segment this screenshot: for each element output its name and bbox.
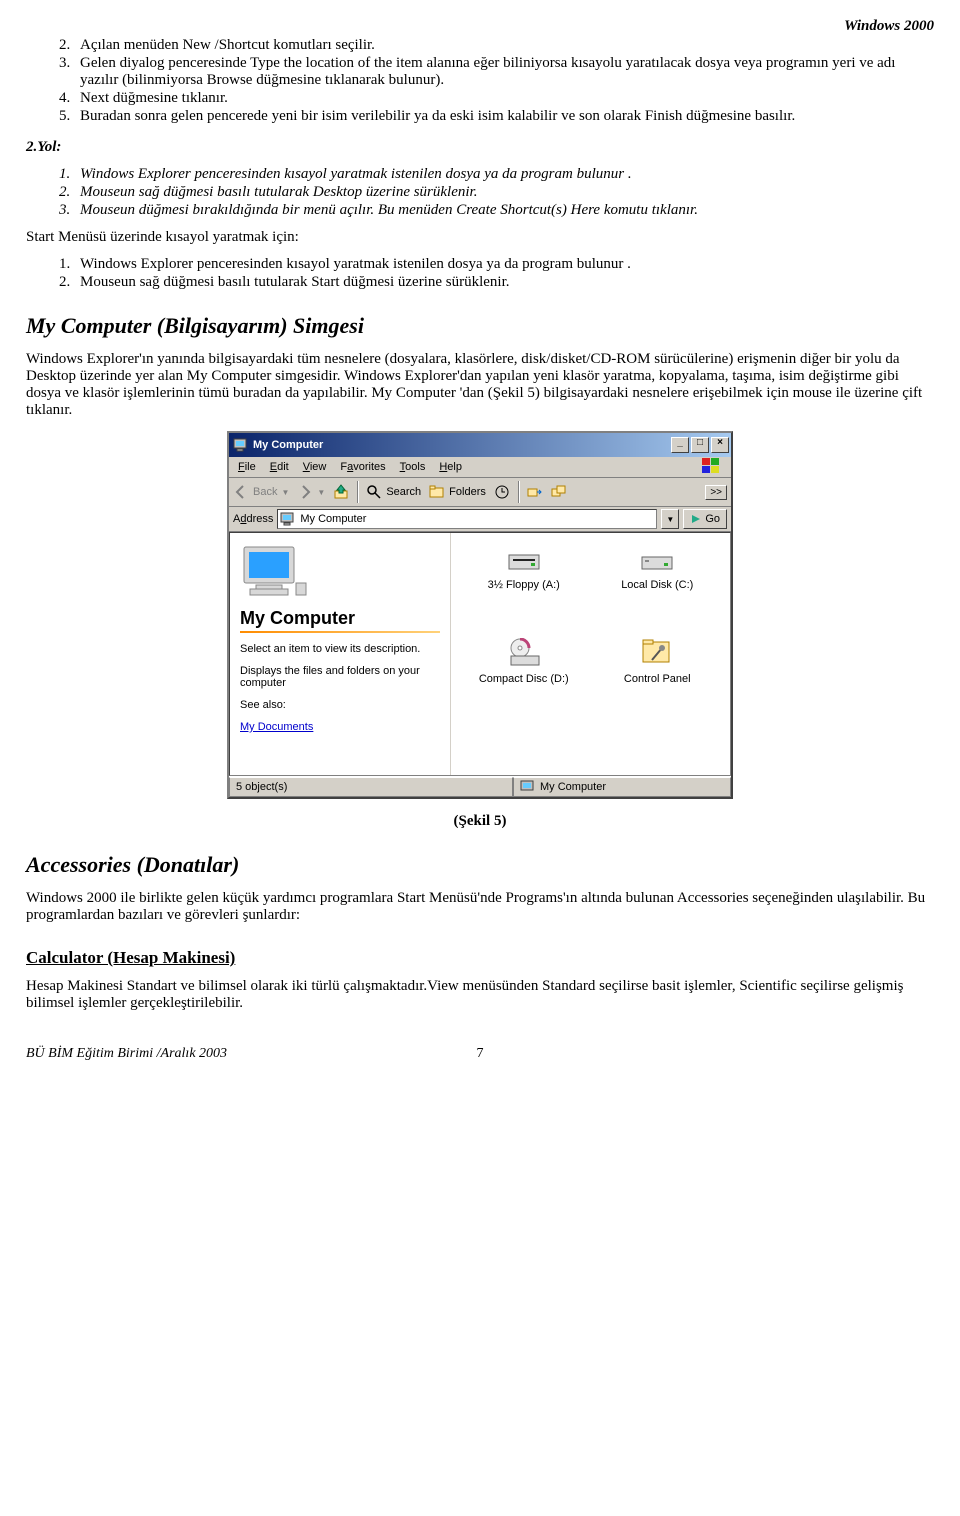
mycomputer-icon: [520, 779, 536, 795]
maximize-button[interactable]: □: [691, 437, 709, 453]
close-button[interactable]: ×: [711, 437, 729, 453]
status-objects: 5 object(s): [229, 777, 513, 797]
address-bar: Address My Computer ▼ Go: [229, 507, 731, 532]
drive-floppy[interactable]: 3½ Floppy (A:): [464, 543, 584, 627]
monitor-illustration: [240, 543, 310, 599]
back-button[interactable]: Back ▼: [233, 484, 289, 500]
control-panel[interactable]: Control Panel: [597, 637, 717, 721]
list-item: Windows Explorer penceresinden kısayol y…: [74, 166, 934, 183]
section-calculator: Calculator (Hesap Makinesi): [26, 948, 934, 968]
folders-button[interactable]: Folders: [429, 484, 486, 500]
leftpane-desc: Displays the files and folders on your c…: [240, 665, 440, 689]
folders-label: Folders: [449, 486, 486, 498]
list-item: Buradan sonra gelen pencerede yeni bir i…: [74, 108, 934, 125]
page-footer: BÜ BİM Eğitim Birimi /Aralık 2003 7: [26, 1046, 934, 1062]
address-input[interactable]: My Computer: [277, 509, 657, 529]
icon-label: 3½ Floppy (A:): [464, 579, 584, 591]
cd-icon: [506, 637, 542, 669]
menu-file[interactable]: File: [231, 459, 263, 475]
page-number: 7: [477, 1046, 484, 1062]
copy-to-button[interactable]: [551, 484, 567, 500]
back-label: Back: [253, 486, 277, 498]
up-button[interactable]: [333, 484, 349, 500]
paragraph-accessories: Windows 2000 ile birlikte gelen küçük ya…: [26, 890, 934, 924]
list-item: Gelen diyalog penceresinde Type the loca…: [74, 55, 934, 89]
status-location-text: My Computer: [540, 781, 606, 793]
paragraph-calculator: Hesap Makinesi Standart ve bilimsel olar…: [26, 978, 934, 1012]
toolbar-separator: [357, 481, 358, 503]
minimize-button[interactable]: _: [671, 437, 689, 453]
icon-label: Compact Disc (D:): [464, 673, 584, 685]
windows-logo-icon: [695, 456, 727, 479]
list-item: Windows Explorer penceresinden kısayol y…: [74, 256, 934, 273]
drive-hdd[interactable]: Local Disk (C:): [597, 543, 717, 627]
go-button[interactable]: Go: [683, 509, 727, 529]
move-to-button[interactable]: [527, 484, 543, 500]
list-item: Mouseun sağ düğmesi basılı tutularak Sta…: [74, 274, 934, 291]
toolbar-separator: [518, 481, 519, 503]
leftpane-tip: Select an item to view its description.: [240, 643, 440, 655]
icon-view[interactable]: 3½ Floppy (A:) Local Disk (C:) Compact D…: [451, 533, 730, 775]
ordered-list-2: Windows Explorer penceresinden kısayol y…: [26, 166, 934, 219]
hdd-icon: [639, 543, 675, 575]
address-label: Address: [233, 513, 273, 525]
icon-label: Local Disk (C:): [597, 579, 717, 591]
left-info-pane: My Computer Select an item to view its d…: [230, 533, 451, 775]
ordered-list-1: Açılan menüden New /Shortcut komutları s…: [26, 37, 934, 125]
address-dropdown[interactable]: ▼: [661, 509, 679, 529]
footer-left: BÜ BİM Eğitim Birimi /Aralık 2003: [26, 1046, 227, 1061]
menu-favorites[interactable]: Favorites: [333, 459, 392, 475]
section-mycomputer: My Computer (Bilgisayarım) Simgesi: [26, 313, 934, 339]
subheading-yol: 2.Yol:: [26, 139, 934, 156]
content-area: My Computer Select an item to view its d…: [229, 532, 731, 776]
controlpanel-icon: [639, 637, 675, 669]
address-value: My Computer: [300, 513, 366, 525]
menubar: File Edit View Favorites Tools Help: [229, 457, 731, 478]
menu-edit[interactable]: Edit: [263, 459, 296, 475]
list-item: Next düğmesine tıklanır.: [74, 90, 934, 107]
menu-view[interactable]: View: [296, 459, 334, 475]
titlebar[interactable]: My Computer _ □ ×: [229, 433, 731, 457]
status-bar: 5 object(s) My Computer: [229, 776, 731, 797]
go-icon: [690, 513, 702, 525]
forward-button[interactable]: ▼: [297, 484, 325, 500]
mycomputer-window: My Computer _ □ × File Edit View Favorit…: [227, 431, 733, 799]
toolbar-overflow[interactable]: >>: [705, 485, 727, 500]
leftpane-link-mydocuments[interactable]: My Documents: [240, 721, 313, 733]
list-item: Açılan menüden New /Shortcut komutları s…: [74, 37, 934, 54]
list-item: Mouseun sağ düğmesi basılı tutularak Des…: [74, 184, 934, 201]
window-title: My Computer: [253, 439, 671, 451]
figure-5: My Computer _ □ × File Edit View Favorit…: [26, 431, 934, 799]
ordered-list-3: Windows Explorer penceresinden kısayol y…: [26, 256, 934, 291]
section-accessories: Accessories (Donatılar): [26, 852, 934, 878]
floppy-icon: [506, 543, 542, 575]
leftpane-heading: My Computer: [240, 608, 440, 629]
mycomputer-icon: [280, 511, 296, 527]
page-header-product: Windows 2000: [26, 18, 934, 35]
list-item: Mouseun düğmesi bırakıldığında bir menü …: [74, 202, 934, 219]
menu-help[interactable]: Help: [432, 459, 469, 475]
mycomputer-icon: [233, 437, 249, 453]
leftpane-seealso: See also:: [240, 699, 440, 711]
search-button[interactable]: Search: [366, 484, 421, 500]
start-menu-intro: Start Menüsü üzerinde kısayol yaratmak i…: [26, 229, 934, 246]
toolbar: Back ▼ ▼ Search Folders >>: [229, 478, 731, 507]
paragraph-mycomputer: Windows Explorer'ın yanında bilgisayarda…: [26, 351, 934, 419]
search-label: Search: [386, 486, 421, 498]
drive-cd[interactable]: Compact Disc (D:): [464, 637, 584, 721]
figure-caption-5: (Şekil 5): [26, 813, 934, 830]
menu-tools[interactable]: Tools: [393, 459, 433, 475]
history-button[interactable]: [494, 484, 510, 500]
go-label: Go: [705, 513, 720, 525]
leftpane-rule: [240, 631, 440, 633]
icon-label: Control Panel: [597, 673, 717, 685]
status-location: My Computer: [513, 777, 731, 797]
